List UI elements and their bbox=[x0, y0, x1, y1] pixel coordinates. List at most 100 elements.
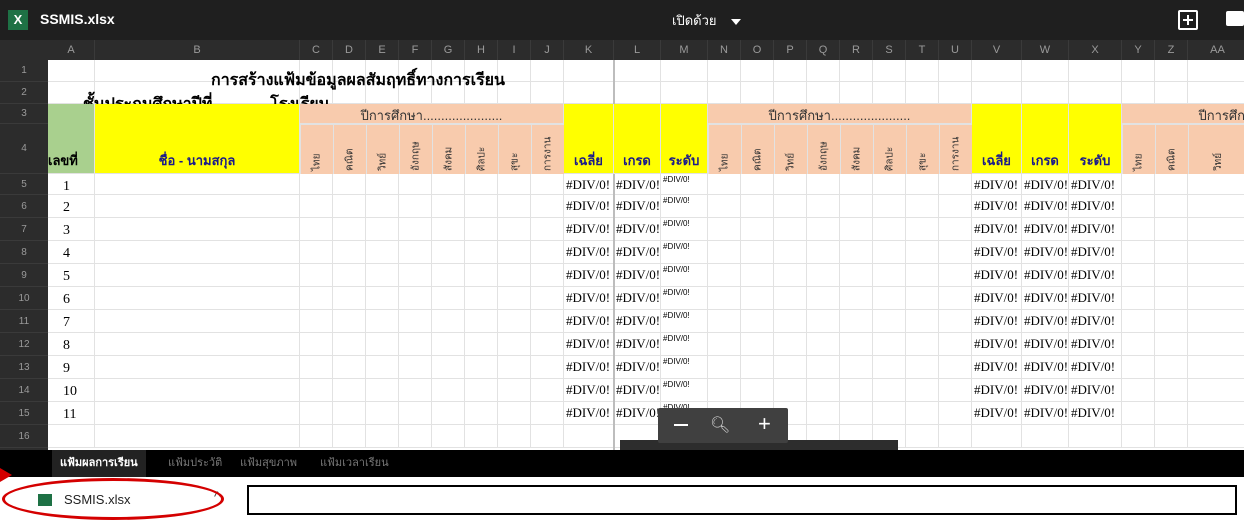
grid-cell[interactable] bbox=[1188, 333, 1244, 356]
student-number[interactable]: 11 bbox=[48, 402, 110, 425]
grid-cell[interactable] bbox=[366, 218, 399, 241]
grid-cell[interactable] bbox=[741, 174, 774, 195]
row-header[interactable]: 7 bbox=[0, 218, 48, 241]
grid-cell[interactable] bbox=[399, 402, 432, 425]
grid-cell[interactable] bbox=[661, 60, 708, 82]
grid-cell[interactable] bbox=[300, 310, 333, 333]
grid-cell[interactable] bbox=[939, 60, 972, 82]
grid-cell[interactable] bbox=[873, 82, 906, 104]
grid-cell[interactable] bbox=[939, 333, 972, 356]
grid-cell[interactable] bbox=[465, 241, 498, 264]
grid-cell[interactable] bbox=[1188, 174, 1244, 195]
grid-cell[interactable] bbox=[1122, 264, 1155, 287]
grid-cell[interactable] bbox=[366, 287, 399, 310]
error-cell[interactable]: #DIV/0! bbox=[1022, 402, 1071, 425]
grid-cell[interactable] bbox=[906, 218, 939, 241]
grid-cell[interactable] bbox=[366, 356, 399, 379]
row-header[interactable]: 2 bbox=[0, 82, 48, 104]
row-header[interactable]: 8 bbox=[0, 241, 48, 264]
grid-cell[interactable] bbox=[1188, 60, 1244, 82]
grid-cell[interactable] bbox=[708, 82, 741, 104]
grid-cell[interactable] bbox=[333, 218, 366, 241]
error-cell[interactable]: #DIV/0! bbox=[972, 333, 1024, 356]
grid-cell[interactable] bbox=[807, 264, 840, 287]
error-cell[interactable]: #DIV/0! bbox=[972, 195, 1024, 218]
error-cell[interactable]: #DIV/0! bbox=[972, 356, 1024, 379]
error-cell[interactable]: #DIV/0! bbox=[564, 264, 616, 287]
error-cell[interactable]: #DIV/0! bbox=[564, 241, 616, 264]
grid-cell[interactable] bbox=[498, 264, 531, 287]
error-cell[interactable]: #DIV/0! bbox=[661, 218, 710, 241]
error-cell[interactable]: #DIV/0! bbox=[564, 356, 616, 379]
grid-cell[interactable] bbox=[531, 310, 564, 333]
student-number[interactable]: 10 bbox=[48, 379, 110, 402]
grid-cell[interactable] bbox=[498, 402, 531, 425]
grid-cell[interactable] bbox=[531, 174, 564, 195]
grid-cell[interactable] bbox=[1155, 333, 1188, 356]
student-number[interactable]: 2 bbox=[48, 195, 110, 218]
grid-cell[interactable] bbox=[1122, 287, 1155, 310]
grid-cell[interactable] bbox=[366, 174, 399, 195]
grid-cell[interactable] bbox=[399, 218, 432, 241]
grid-cell[interactable] bbox=[1188, 82, 1244, 104]
grid-cell[interactable] bbox=[939, 356, 972, 379]
grid-cell[interactable] bbox=[333, 310, 366, 333]
row-header[interactable]: 1 bbox=[0, 60, 48, 82]
grid-cell[interactable] bbox=[873, 310, 906, 333]
student-number[interactable]: 6 bbox=[48, 287, 110, 310]
grid-cell[interactable] bbox=[906, 310, 939, 333]
grid-cell[interactable] bbox=[807, 379, 840, 402]
row-header[interactable]: 6 bbox=[0, 195, 48, 218]
download-item[interactable]: SSMIS.xlsx ^ bbox=[0, 477, 240, 523]
grid-cell[interactable] bbox=[531, 402, 564, 425]
error-cell[interactable]: #DIV/0! bbox=[564, 195, 616, 218]
column-header[interactable]: Q bbox=[807, 40, 840, 60]
grid-cell[interactable] bbox=[366, 264, 399, 287]
column-header[interactable]: G bbox=[432, 40, 465, 60]
grid-cell[interactable] bbox=[498, 425, 531, 448]
column-header[interactable]: I bbox=[498, 40, 531, 60]
grid-cell[interactable] bbox=[95, 333, 300, 356]
grid-cell[interactable] bbox=[399, 287, 432, 310]
column-header[interactable]: AA bbox=[1188, 40, 1244, 60]
sheet-tab[interactable]: แฟ้มประวัติ bbox=[160, 450, 230, 477]
column-header[interactable]: F bbox=[399, 40, 432, 60]
grid-cell[interactable] bbox=[465, 425, 498, 448]
grid-cell[interactable] bbox=[741, 218, 774, 241]
grid-cell[interactable] bbox=[300, 264, 333, 287]
error-cell[interactable]: #DIV/0! bbox=[1069, 356, 1124, 379]
grid-cell[interactable] bbox=[1188, 218, 1244, 241]
grid-cell[interactable] bbox=[1122, 310, 1155, 333]
grid-cell[interactable] bbox=[531, 218, 564, 241]
grid-cell[interactable] bbox=[300, 174, 333, 195]
row-header[interactable]: 14 bbox=[0, 379, 48, 402]
grid-cell[interactable] bbox=[840, 195, 873, 218]
grid-cell[interactable] bbox=[1122, 402, 1155, 425]
grid-cell[interactable] bbox=[333, 402, 366, 425]
error-cell[interactable]: #DIV/0! bbox=[972, 241, 1024, 264]
error-cell[interactable]: #DIV/0! bbox=[1022, 174, 1071, 195]
row-header[interactable]: 16 bbox=[0, 425, 48, 448]
grid-cell[interactable] bbox=[906, 379, 939, 402]
grid-cell[interactable] bbox=[807, 402, 840, 425]
grid-cell[interactable] bbox=[498, 241, 531, 264]
grid-cell[interactable] bbox=[399, 356, 432, 379]
grid-cell[interactable] bbox=[498, 379, 531, 402]
student-number[interactable]: 7 bbox=[48, 310, 110, 333]
grid-cell[interactable] bbox=[741, 60, 774, 82]
error-cell[interactable]: #DIV/0! bbox=[1069, 241, 1124, 264]
grid-cell[interactable] bbox=[465, 218, 498, 241]
grid-cell[interactable] bbox=[774, 333, 807, 356]
grid-cell[interactable] bbox=[873, 218, 906, 241]
grid-cell[interactable] bbox=[741, 241, 774, 264]
grid-cell[interactable] bbox=[95, 174, 300, 195]
row-header[interactable]: 4 bbox=[0, 124, 48, 174]
grid-cell[interactable] bbox=[774, 60, 807, 82]
grid-cell[interactable] bbox=[840, 356, 873, 379]
grid-cell[interactable] bbox=[1122, 174, 1155, 195]
grid-cell[interactable] bbox=[300, 333, 333, 356]
error-cell[interactable]: #DIV/0! bbox=[1022, 218, 1071, 241]
error-cell[interactable]: #DIV/0! bbox=[1069, 333, 1124, 356]
grid-cell[interactable] bbox=[939, 379, 972, 402]
grid-cell[interactable] bbox=[807, 287, 840, 310]
